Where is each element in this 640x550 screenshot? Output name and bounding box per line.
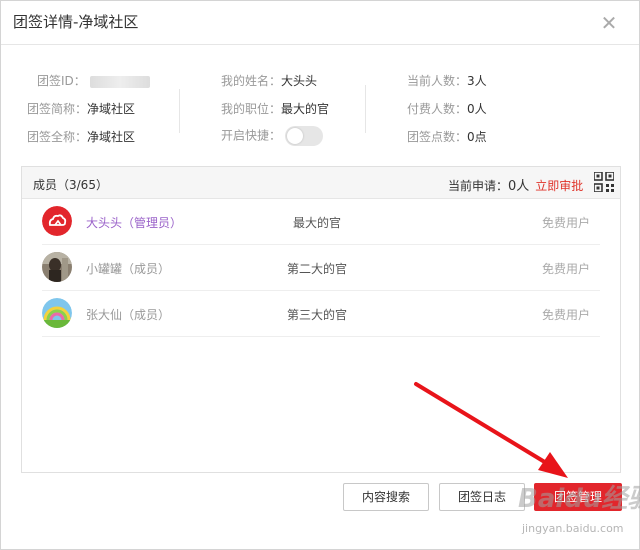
- group-short-name-row: 团签简称：净域社区: [27, 100, 135, 117]
- rainbow-avatar-icon: [42, 298, 72, 328]
- quick-toggle-label: 开启快捷：: [221, 128, 282, 143]
- close-icon[interactable]: ✕: [599, 13, 619, 33]
- member-name: 张大仙（成员）: [86, 308, 171, 322]
- pending-applications-label: 当前申请：: [448, 179, 509, 193]
- current-members-row: 当前人数：3人: [407, 72, 487, 89]
- current-members-value: 3人: [467, 74, 487, 88]
- member-role: 第三大的官: [286, 308, 347, 322]
- quick-toggle-switch[interactable]: [285, 126, 324, 146]
- members-count-title: 成员（3/65）: [33, 178, 108, 192]
- baidu-watermark-url: jingyan.baidu.com: [522, 522, 624, 535]
- column-divider-2: [365, 85, 366, 133]
- paid-members-row: 付费人数：0人: [407, 100, 487, 117]
- group-id-blurred-value: [89, 75, 150, 88]
- member-account-type: 免费用户: [541, 216, 590, 230]
- quick-toggle-row: 开启快捷：: [221, 126, 324, 146]
- group-full-name-row: 团签全称：净域社区: [27, 128, 135, 145]
- group-log-button[interactable]: 团签日志: [439, 483, 525, 511]
- toggle-knob: [287, 128, 304, 144]
- group-details-dialog: 团签详情-净域社区 ✕ 团签ID： 团签简称：净域社区 团签全称：净域社区 我的…: [0, 0, 640, 550]
- members-panel: 成员（3/65） 当前申请：0人 立即审批 大头头（管理员） 最大的官 免费用户…: [21, 166, 621, 473]
- qr-code-icon[interactable]: [594, 172, 614, 192]
- my-position-label: 我的职位：: [221, 102, 282, 116]
- current-members-label: 当前人数：: [407, 74, 468, 88]
- my-name-row: 我的姓名：大头头: [221, 72, 317, 89]
- member-row[interactable]: 小罐罐（成员） 第二大的官 免费用户: [42, 245, 600, 291]
- photo-avatar-icon: [42, 252, 72, 282]
- my-position-row: 我的职位：最大的官: [221, 100, 329, 117]
- approve-now-link[interactable]: 立即审批: [535, 179, 583, 193]
- group-full-name-value: 净域社区: [87, 130, 136, 144]
- column-divider-1: [179, 89, 180, 133]
- title-divider: [1, 44, 639, 45]
- members-header: 成员（3/65） 当前申请：0人 立即审批: [22, 167, 620, 199]
- group-short-name-label: 团签简称：: [27, 102, 88, 116]
- member-name: 小罐罐（成员）: [86, 262, 171, 276]
- paid-members-label: 付费人数：: [407, 102, 468, 116]
- member-account-type: 免费用户: [541, 262, 590, 276]
- dialog-title: 团签详情-净域社区: [13, 13, 139, 31]
- my-name-value: 大头头: [281, 74, 318, 88]
- group-short-name-value: 净域社区: [87, 102, 136, 116]
- member-name: 大头头（管理员）: [86, 216, 183, 230]
- member-role: 第二大的官: [286, 262, 347, 276]
- pending-applications: 当前申请：0人 立即审批: [448, 175, 583, 194]
- group-points-row: 团签点数：0点: [407, 128, 487, 145]
- my-name-label: 我的姓名：: [221, 74, 282, 88]
- group-points-value: 0点: [467, 130, 487, 144]
- member-row[interactable]: 大头头（管理员） 最大的官 免费用户: [42, 199, 600, 245]
- group-id-label: 团签ID：: [37, 74, 86, 88]
- group-id-row: 团签ID：: [37, 72, 150, 89]
- my-position-value: 最大的官: [281, 102, 330, 116]
- baidu-watermark: Baidu经验: [518, 484, 640, 514]
- group-points-label: 团签点数：: [407, 130, 468, 144]
- group-full-name-label: 团签全称：: [27, 130, 88, 144]
- content-search-button[interactable]: 内容搜索: [343, 483, 429, 511]
- member-role: 最大的官: [292, 216, 341, 230]
- paid-members-value: 0人: [467, 102, 487, 116]
- cloud-logo-icon: [42, 206, 72, 236]
- member-account-type: 免费用户: [541, 308, 590, 322]
- pending-applications-count: 0人: [508, 179, 530, 194]
- member-row[interactable]: 张大仙（成员） 第三大的官 免费用户: [42, 291, 600, 337]
